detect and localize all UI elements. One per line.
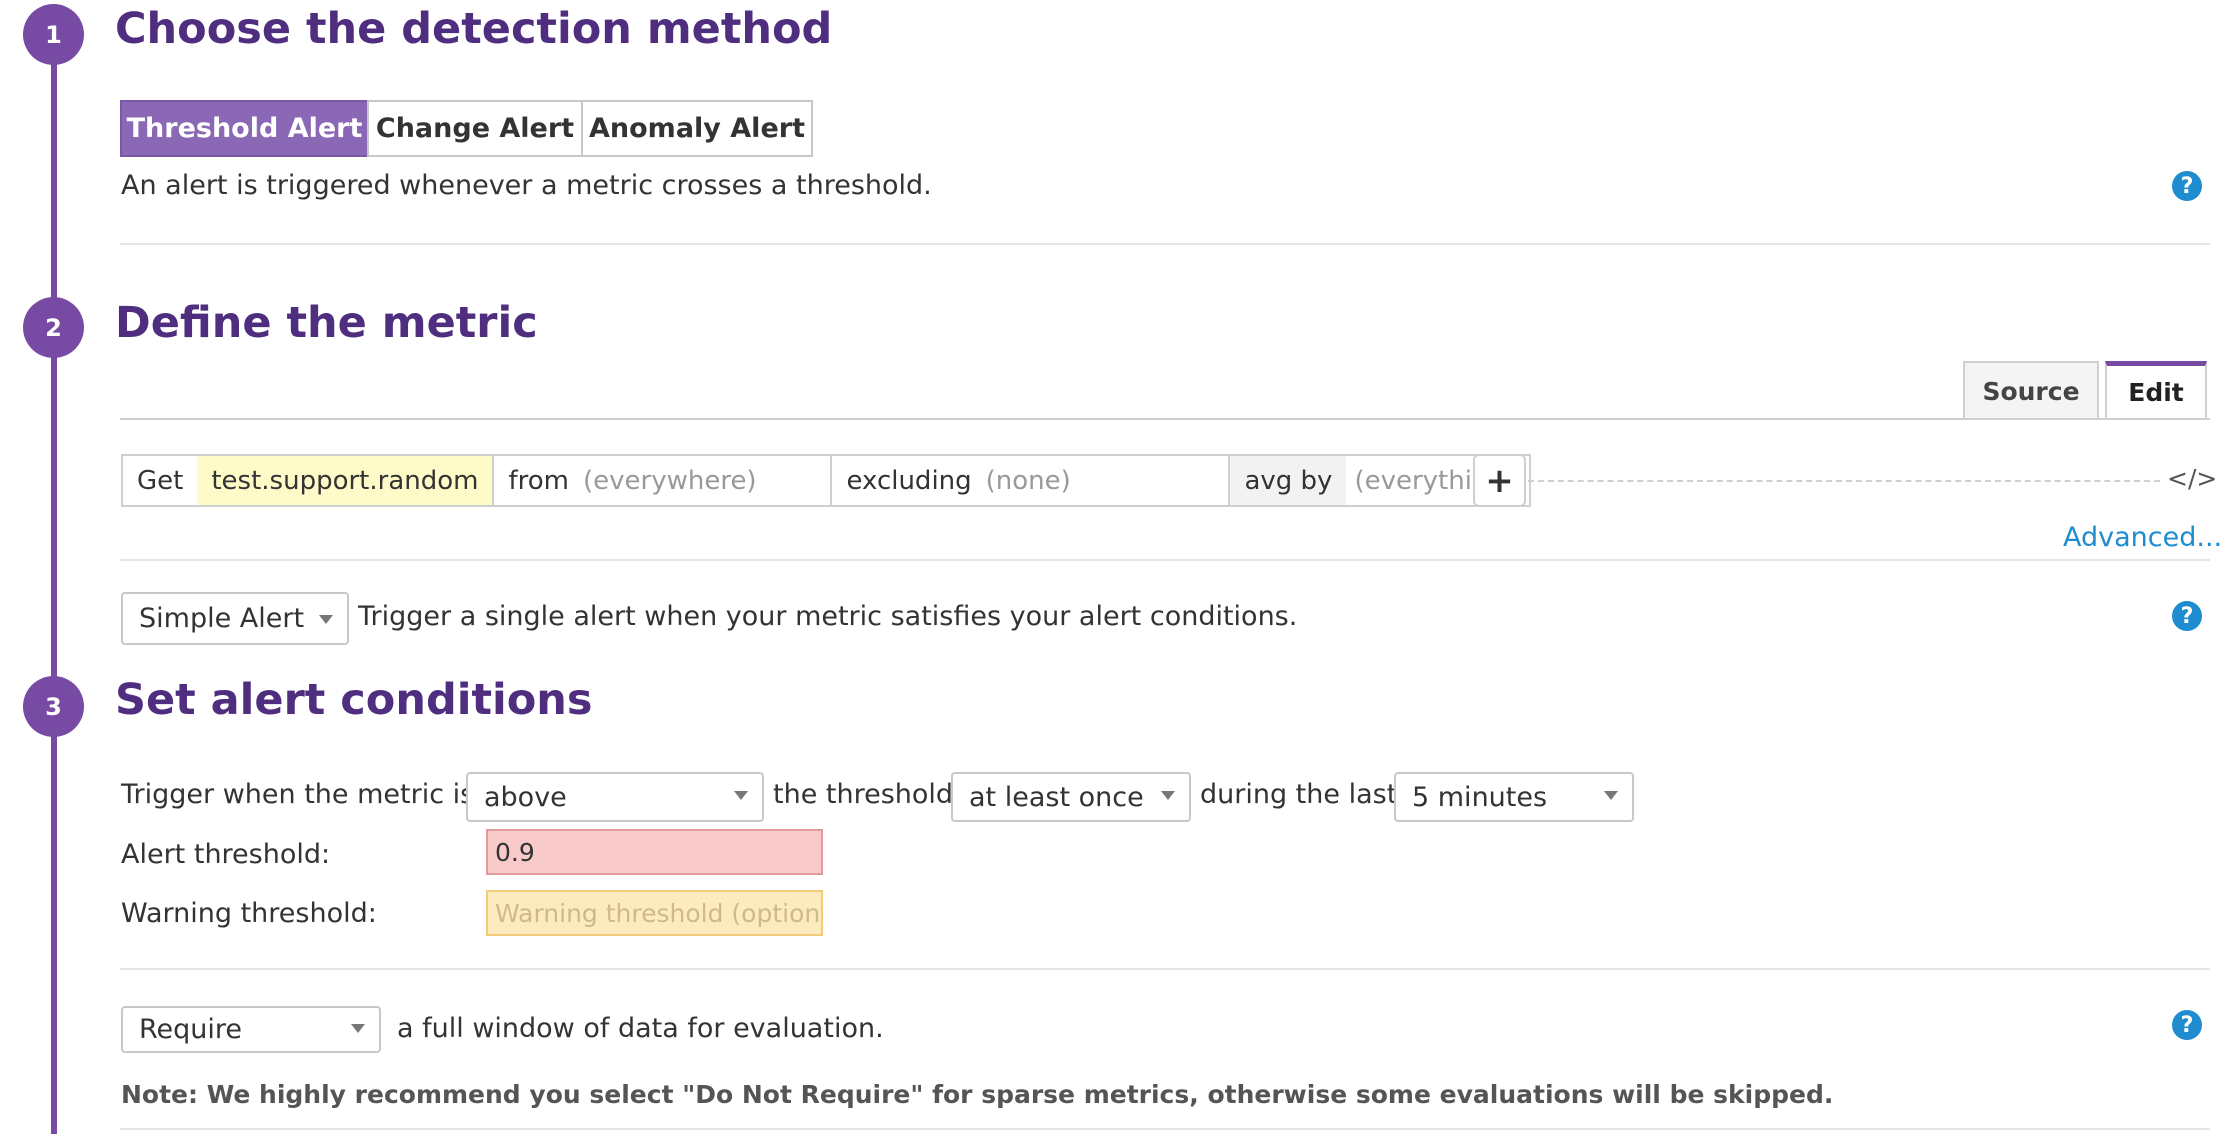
divider bbox=[120, 559, 2210, 561]
step-3-badge: 3 bbox=[23, 676, 84, 737]
data-window-select[interactable]: Require bbox=[121, 1006, 381, 1053]
chevron-down-icon bbox=[319, 615, 333, 624]
threshold-alert-button[interactable]: Threshold Alert bbox=[120, 100, 369, 157]
during-label: during the last bbox=[1200, 779, 1398, 810]
warning-threshold-label: Warning threshold: bbox=[121, 898, 377, 929]
step-1-badge: 1 bbox=[23, 4, 84, 65]
query-get-label: Get bbox=[137, 465, 184, 496]
metric-query-bar: Get test.support.random from (everywhere… bbox=[121, 454, 1532, 507]
steps-timeline bbox=[51, 30, 57, 1134]
threshold-label: the threshold bbox=[773, 779, 954, 810]
query-get-segment[interactable]: Get test.support.random bbox=[123, 456, 493, 505]
chevron-down-icon bbox=[1604, 791, 1618, 800]
data-window-value: Require bbox=[139, 1014, 243, 1045]
tab-edit[interactable]: Edit bbox=[2105, 361, 2207, 419]
alert-type-value: Simple Alert bbox=[139, 603, 305, 634]
query-dashed-line bbox=[1528, 480, 2160, 482]
query-avg-label: avg by bbox=[1230, 456, 1347, 505]
sparse-metrics-note: Note: We highly recommend you select "Do… bbox=[121, 1080, 1834, 1109]
query-excluding-value[interactable]: (none) bbox=[986, 466, 1085, 496]
query-excluding-label: excluding bbox=[846, 465, 972, 496]
step-1-title: Choose the detection method bbox=[115, 4, 833, 54]
step-3-title: Set alert conditions bbox=[115, 675, 593, 725]
timeframe-select[interactable]: 5 minutes bbox=[1394, 772, 1634, 822]
chevron-down-icon bbox=[1161, 791, 1175, 800]
divider bbox=[120, 1128, 2210, 1130]
frequency-select[interactable]: at least once bbox=[951, 772, 1191, 822]
alert-threshold-input[interactable] bbox=[486, 829, 823, 875]
comparator-select[interactable]: above bbox=[466, 772, 764, 822]
query-from-segment[interactable]: from (everywhere) bbox=[492, 456, 830, 505]
step-2-title: Define the metric bbox=[115, 298, 538, 348]
frequency-value: at least once bbox=[969, 781, 1144, 813]
change-alert-button[interactable]: Change Alert bbox=[367, 100, 583, 157]
detection-method-group: Threshold Alert Change Alert Anomaly Ale… bbox=[120, 100, 813, 157]
code-icon[interactable]: </> bbox=[2167, 464, 2217, 493]
chevron-down-icon bbox=[351, 1024, 365, 1033]
help-icon[interactable]: ? bbox=[2172, 601, 2202, 631]
help-icon[interactable]: ? bbox=[2172, 1010, 2202, 1040]
data-window-description: a full window of data for evaluation. bbox=[397, 1013, 884, 1044]
help-icon[interactable]: ? bbox=[2172, 171, 2202, 201]
detection-description: An alert is triggered whenever a metric … bbox=[121, 170, 932, 201]
comparator-value: above bbox=[484, 781, 567, 813]
trigger-label: Trigger when the metric is bbox=[121, 779, 475, 810]
metric-name[interactable]: test.support.random bbox=[197, 456, 493, 505]
tab-divider bbox=[120, 418, 2210, 420]
chevron-down-icon bbox=[734, 791, 748, 800]
query-from-value[interactable]: (everywhere) bbox=[583, 466, 771, 496]
tab-source[interactable]: Source bbox=[1963, 361, 2099, 419]
divider bbox=[120, 243, 2210, 245]
alert-type-description: Trigger a single alert when your metric … bbox=[358, 601, 1298, 632]
alert-type-select[interactable]: Simple Alert bbox=[121, 592, 349, 645]
advanced-link[interactable]: Advanced... bbox=[2063, 522, 2222, 553]
query-from-label: from bbox=[508, 465, 569, 496]
query-excluding-segment[interactable]: excluding (none) bbox=[830, 456, 1228, 505]
warning-threshold-input[interactable] bbox=[486, 890, 823, 936]
alert-threshold-label: Alert threshold: bbox=[121, 839, 331, 870]
timeframe-value: 5 minutes bbox=[1412, 781, 1548, 813]
anomaly-alert-button[interactable]: Anomaly Alert bbox=[581, 100, 813, 157]
add-query-button[interactable]: + bbox=[1473, 454, 1526, 507]
divider bbox=[120, 968, 2210, 970]
step-2-badge: 2 bbox=[23, 297, 84, 358]
